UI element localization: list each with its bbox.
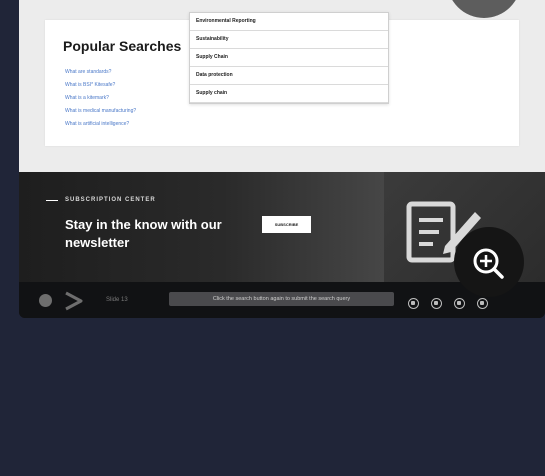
suggestion-item[interactable]: Data protection <box>190 67 388 85</box>
captions-icon[interactable] <box>408 298 419 309</box>
slide-number: Slide 13 <box>106 297 128 303</box>
next-arrow-icon[interactable] <box>63 291 85 311</box>
subscription-label: SUBSCRIPTION CENTER <box>65 197 156 203</box>
popular-search-link[interactable]: What is BSI* Kitesafe? <box>65 79 136 92</box>
popular-search-link[interactable]: What is artificial intelligence? <box>65 118 136 131</box>
popular-search-link[interactable]: What is a kitemark? <box>65 92 136 105</box>
search-hint-tooltip: Click the search button again to submit … <box>169 292 394 306</box>
subscribe-button[interactable]: SUBSCRIBE <box>262 216 311 233</box>
subscription-heading: Stay in the know with our newsletter <box>65 217 222 250</box>
suggestion-item[interactable]: Sustainability <box>190 31 388 49</box>
settings-icon[interactable] <box>454 298 465 309</box>
menu-icon[interactable] <box>477 298 488 309</box>
suggestion-item[interactable]: Supply Chain <box>190 49 388 67</box>
info-icon[interactable] <box>431 298 442 309</box>
popular-searches-title: Popular Searches <box>63 38 182 54</box>
label-dash <box>46 200 58 201</box>
popular-search-link[interactable]: What is medical manufacturing? <box>65 105 136 118</box>
suggestion-item[interactable]: Supply chain <box>190 85 388 103</box>
popular-search-link[interactable]: What are standards? <box>65 66 136 79</box>
record-dot-icon[interactable] <box>39 294 52 307</box>
suggestion-item[interactable]: Environmental Reporting <box>190 13 388 31</box>
slide-content-area: Popular Searches What are standards? Wha… <box>19 0 545 172</box>
decorative-circle <box>447 0 521 18</box>
zoom-in-icon[interactable] <box>469 244 509 284</box>
popular-searches-list: What are standards? What is BSI* Kitesaf… <box>65 66 136 131</box>
search-suggestions-dropdown: Environmental Reporting Sustainability S… <box>189 12 389 104</box>
popular-searches-card: Popular Searches What are standards? Wha… <box>45 12 519 146</box>
